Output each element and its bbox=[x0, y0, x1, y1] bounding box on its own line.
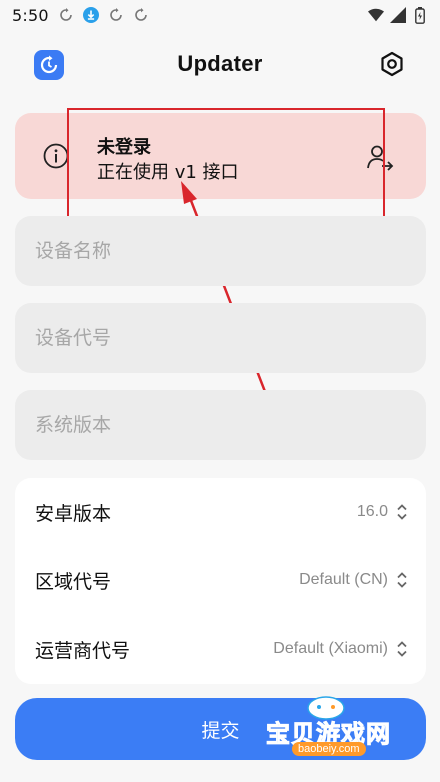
watermark-url: baobeiy.com bbox=[292, 742, 366, 756]
carrier-code-row[interactable]: 运营商代号 Default (Xiaomi) bbox=[15, 615, 426, 683]
android-version-select[interactable]: 16.0 bbox=[357, 502, 408, 522]
carrier-code-select[interactable]: Default (Xiaomi) bbox=[273, 639, 408, 659]
device-name-field[interactable] bbox=[15, 216, 426, 286]
system-version-input[interactable] bbox=[15, 390, 426, 460]
system-version-field[interactable] bbox=[15, 390, 426, 460]
device-code-input[interactable] bbox=[15, 303, 426, 373]
chevron-up-down-icon bbox=[397, 572, 407, 588]
android-version-label: 安卓版本 bbox=[35, 502, 112, 525]
options-card: 安卓版本 16.0 区域代号 Default (CN) 运营商代号 Defaul… bbox=[15, 478, 426, 684]
chevron-up-down-icon bbox=[397, 641, 407, 657]
region-code-select[interactable]: Default (CN) bbox=[299, 570, 408, 590]
watermark: 宝贝游戏网 baobeiy.com bbox=[262, 696, 412, 766]
region-code-row[interactable]: 区域代号 Default (CN) bbox=[15, 546, 426, 614]
chevron-up-down-icon bbox=[397, 504, 407, 520]
android-version-row[interactable]: 安卓版本 16.0 bbox=[15, 478, 426, 546]
submit-button-label: 提交 bbox=[201, 719, 240, 742]
device-code-field[interactable] bbox=[15, 303, 426, 373]
carrier-code-value: Default (Xiaomi) bbox=[273, 640, 388, 657]
android-version-value: 16.0 bbox=[356, 503, 388, 520]
region-code-value: Default (CN) bbox=[299, 571, 388, 588]
device-name-input[interactable] bbox=[15, 216, 426, 286]
region-code-label: 区域代号 bbox=[35, 570, 112, 593]
carrier-code-label: 运营商代号 bbox=[35, 639, 131, 662]
